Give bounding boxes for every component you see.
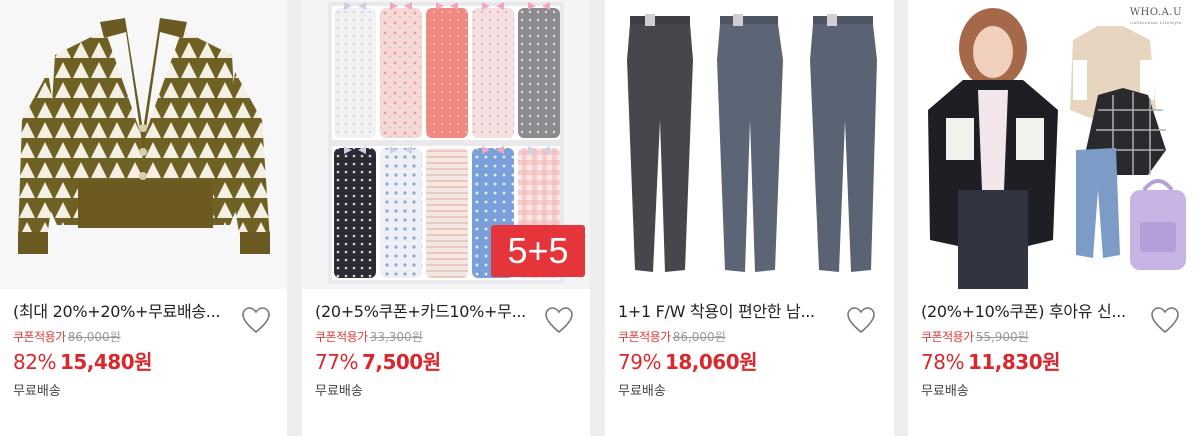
shipping-info: 무료배송 bbox=[13, 384, 61, 399]
discount-rate: 77% bbox=[315, 350, 358, 374]
coupon-price-row: 쿠폰적용가 33,300원 bbox=[315, 329, 578, 345]
coupon-price-row: 쿠폰적용가 86,000원 bbox=[13, 329, 275, 345]
brand-logo: WHO.A.U Californian Lifestyle bbox=[1130, 8, 1182, 28]
product-info: (20+5%쿠폰+카드10%+무... 쿠폰적용가 33,300원 77% 7,50… bbox=[315, 300, 578, 401]
original-price: 33,300원 bbox=[369, 330, 423, 344]
coupon-label: 쿠폰적용가 bbox=[618, 330, 671, 344]
original-price: 86,000원 bbox=[67, 330, 121, 344]
pants-image bbox=[605, 0, 894, 289]
shipping-info: 무료배송 bbox=[315, 384, 363, 399]
product-image[interactable] bbox=[0, 0, 287, 289]
discount-rate: 78% bbox=[921, 350, 964, 374]
sale-price: 15,480원 bbox=[59, 350, 153, 374]
product-card[interactable]: 5+5 (20+5%쿠폰+카드10%+무... 쿠폰적용가 33,300원 77%… bbox=[302, 0, 590, 436]
product-title[interactable]: (20%+10%쿠폰) 후아유 신... bbox=[921, 300, 1141, 324]
product-title[interactable]: 1+1 F/W 착용이 편안한 남... bbox=[618, 300, 838, 324]
coupon-label: 쿠폰적용가 bbox=[315, 330, 368, 344]
coupon-label: 쿠폰적용가 bbox=[13, 330, 66, 344]
heart-icon[interactable] bbox=[846, 306, 876, 334]
sale-price-row: 77% 7,500원 bbox=[315, 349, 578, 375]
heart-icon[interactable] bbox=[544, 306, 574, 334]
product-card[interactable]: 1+1 F/W 착용이 편안한 남... 쿠폰적용가 86,000원 79% 18,… bbox=[605, 0, 894, 436]
sale-price-row: 82% 15,480원 bbox=[13, 349, 275, 375]
original-price: 55,900원 bbox=[975, 330, 1029, 344]
product-image[interactable]: 5+5 bbox=[302, 0, 590, 289]
product-image[interactable] bbox=[605, 0, 894, 289]
product-info: (최대 20%+20%+무료배송... 쿠폰적용가 86,000원 82% 15,4… bbox=[13, 300, 275, 401]
product-card[interactable]: (최대 20%+20%+무료배송... 쿠폰적용가 86,000원 82% 15,4… bbox=[0, 0, 287, 436]
product-title[interactable]: (최대 20%+20%+무료배송... bbox=[13, 300, 233, 324]
sale-price: 11,830원 bbox=[967, 350, 1061, 374]
product-info: 1+1 F/W 착용이 편안한 남... 쿠폰적용가 86,000원 79% 18,… bbox=[618, 300, 882, 401]
coupon-price-row: 쿠폰적용가 55,900원 bbox=[921, 329, 1184, 345]
cardigan-image bbox=[0, 0, 287, 289]
sale-price-row: 79% 18,060원 bbox=[618, 349, 882, 375]
shipping-info: 무료배송 bbox=[618, 384, 666, 399]
product-list: (최대 20%+20%+무료배송... 쿠폰적용가 86,000원 82% 15,4… bbox=[0, 0, 1196, 436]
shipping-info: 무료배송 bbox=[921, 384, 969, 399]
heart-icon[interactable] bbox=[241, 306, 271, 334]
discount-rate: 82% bbox=[13, 350, 56, 374]
fleece-jacket-image bbox=[908, 0, 1196, 289]
brand-name: WHO.A.U bbox=[1129, 7, 1182, 18]
product-title[interactable]: (20+5%쿠폰+카드10%+무... bbox=[315, 300, 535, 324]
sale-price: 7,500원 bbox=[361, 350, 441, 374]
coupon-price-row: 쿠폰적용가 86,000원 bbox=[618, 329, 882, 345]
sale-price-row: 78% 11,830원 bbox=[921, 349, 1184, 375]
product-image[interactable]: WHO.A.U Californian Lifestyle bbox=[908, 0, 1196, 289]
product-info: (20%+10%쿠폰) 후아유 신... 쿠폰적용가 55,900원 78% 11,… bbox=[921, 300, 1184, 401]
bundle-badge: 5+5 bbox=[491, 225, 585, 277]
discount-rate: 79% bbox=[618, 350, 661, 374]
coupon-label: 쿠폰적용가 bbox=[921, 330, 974, 344]
heart-icon[interactable] bbox=[1150, 306, 1180, 334]
original-price: 86,000원 bbox=[672, 330, 726, 344]
product-card[interactable]: WHO.A.U Californian Lifestyle (20%+10%쿠폰… bbox=[908, 0, 1196, 436]
brand-tagline: Californian Lifestyle bbox=[1130, 20, 1182, 25]
sale-price: 18,060원 bbox=[664, 350, 758, 374]
